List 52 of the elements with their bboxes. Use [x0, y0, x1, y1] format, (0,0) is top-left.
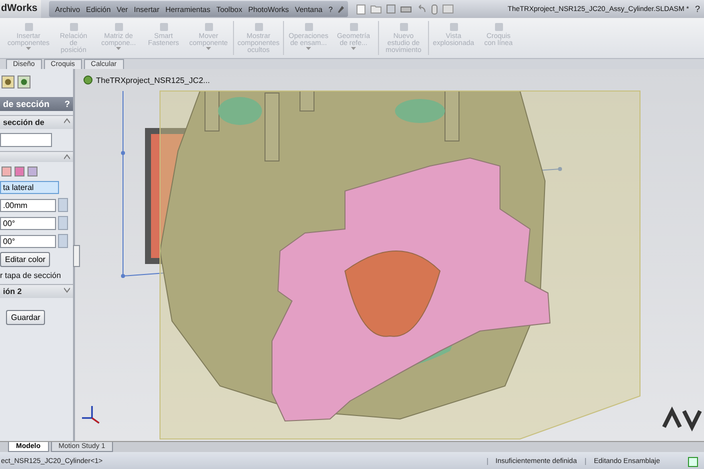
component-icon[interactable] — [17, 75, 31, 89]
spin-field[interactable]: 00° — [0, 234, 56, 248]
help-icon[interactable] — [688, 456, 698, 466]
tree-item[interactable]: TheTRXproject_NSR125_JC2... — [96, 76, 210, 84]
spin-field[interactable]: 00° — [0, 216, 56, 230]
edit-color-button[interactable]: Editar color — [0, 252, 50, 267]
collapse-icon[interactable] — [64, 118, 70, 124]
group-header[interactable]: sección de — [0, 115, 73, 129]
tool-icon — [302, 21, 314, 33]
tool-icon — [348, 21, 360, 33]
expand-icon[interactable] — [64, 287, 70, 293]
save-button[interactable]: Guardar — [6, 310, 46, 325]
group-title: ión 2 — [3, 287, 22, 296]
tool-icon — [252, 21, 264, 33]
section-bar-icon[interactable] — [27, 166, 38, 177]
assembly-icon[interactable] — [83, 75, 93, 85]
pin-icon[interactable] — [336, 4, 345, 14]
spin-arrows[interactable] — [58, 234, 68, 248]
spin-field[interactable]: .00mm — [0, 198, 56, 212]
company-logo — [662, 406, 702, 432]
save-icon[interactable] — [386, 4, 396, 14]
spin-arrows[interactable] — [58, 216, 68, 230]
resize-handle[interactable] — [73, 245, 80, 267]
checkbox-label[interactable]: r tapa de sección — [0, 271, 73, 280]
spin-arrows[interactable] — [58, 198, 68, 212]
print-icon[interactable] — [400, 4, 412, 14]
tool-icon — [492, 21, 504, 33]
section-color-icon[interactable] — [1, 166, 12, 177]
help-button[interactable]: ? — [694, 4, 700, 14]
section-shade-icon[interactable] — [14, 166, 25, 177]
undo-icon[interactable] — [416, 4, 427, 14]
assembly-icon[interactable] — [1, 75, 15, 89]
group-title: sección de — [3, 118, 44, 127]
open-folder-icon[interactable] — [370, 4, 382, 14]
panel-title: de sección — [3, 99, 50, 109]
app-logo: dWorks — [0, 0, 41, 18]
input-field[interactable] — [0, 133, 52, 147]
help-button[interactable]: ? — [64, 99, 70, 109]
tool-icon — [202, 21, 214, 33]
tool-icon — [112, 21, 124, 33]
selection-field[interactable]: ta lateral — [0, 181, 59, 194]
tool-icon — [68, 21, 80, 33]
tool-icon — [158, 21, 170, 33]
group-header[interactable]: ión 2 — [0, 284, 73, 298]
tool-icon — [398, 21, 410, 33]
rebuild-icon[interactable] — [442, 4, 454, 14]
collapse-icon[interactable] — [64, 154, 70, 160]
axis-triad-icon — [81, 405, 100, 424]
tool-icon — [22, 21, 34, 33]
tool-icon — [448, 21, 460, 33]
new-document-icon[interactable] — [356, 4, 366, 14]
select-icon[interactable] — [430, 4, 438, 14]
